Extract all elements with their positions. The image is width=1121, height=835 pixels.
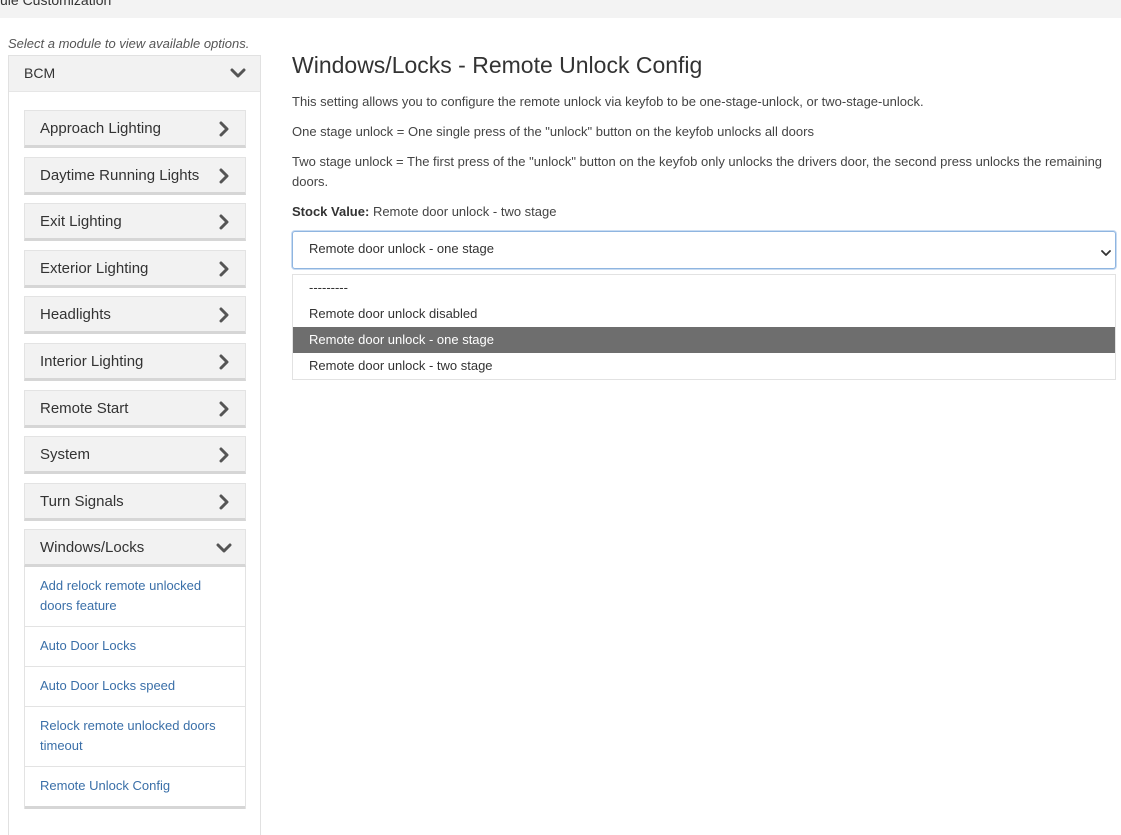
sidebar-item-interior-lighting[interactable]: Interior Lighting [24, 343, 246, 381]
chevron-right-icon [216, 447, 232, 463]
option-link-remote-unlock-config[interactable]: Remote Unlock Config [25, 767, 245, 809]
option-link-auto-door-locks-speed[interactable]: Auto Door Locks speed [25, 667, 245, 707]
chevron-down-icon [216, 540, 232, 556]
sidebar-item-label: Exit Lighting [40, 213, 122, 230]
module-label: BCM [24, 65, 56, 81]
chevron-right-icon [216, 307, 232, 323]
option-link-relock-timeout[interactable]: Relock remote unlocked doors timeout [25, 707, 245, 767]
stock-value: Stock Value: Remote door unlock - two st… [292, 202, 1116, 222]
sidebar-item-turn-signals[interactable]: Turn Signals [24, 483, 246, 521]
sidebar-item-label: Turn Signals [40, 493, 124, 510]
sidebar: BCM Approach Lighting Daytime Running Li… [8, 55, 261, 835]
chevron-down-icon [230, 65, 246, 81]
chevron-right-icon [216, 168, 232, 184]
chevron-right-icon [216, 261, 232, 277]
select-option-disabled[interactable]: Remote door unlock disabled [293, 301, 1115, 327]
app-title: ule Customization [0, 0, 112, 8]
chevron-down-icon [1101, 245, 1111, 263]
select-option-empty[interactable]: --------- [293, 275, 1115, 301]
sidebar-item-exit-lighting[interactable]: Exit Lighting [24, 203, 246, 241]
sidebar-item-approach-lighting[interactable]: Approach Lighting [24, 110, 246, 148]
chevron-right-icon [216, 214, 232, 230]
module-selector-bcm[interactable]: BCM [9, 56, 260, 92]
sidebar-item-daytime-running-lights[interactable]: Daytime Running Lights [24, 157, 246, 195]
sidebar-item-headlights[interactable]: Headlights [24, 296, 246, 334]
select-option-two-stage[interactable]: Remote door unlock - two stage [293, 353, 1115, 379]
select-current-value: Remote door unlock - one stage [309, 241, 494, 256]
select-option-one-stage[interactable]: Remote door unlock - one stage [293, 327, 1115, 353]
stock-value-label: Stock Value: [292, 204, 370, 219]
top-bar: ule Customization [0, 0, 1121, 18]
sidebar-item-remote-start[interactable]: Remote Start [24, 390, 246, 428]
select-dropdown-list: --------- Remote door unlock disabled Re… [292, 274, 1116, 380]
stock-value-text: Remote door unlock - two stage [372, 204, 557, 219]
setting-description: This setting allows you to configure the… [292, 94, 924, 109]
sidebar-item-windows-locks[interactable]: Windows/Locks [24, 529, 246, 567]
chevron-right-icon [216, 121, 232, 137]
sidebar-item-label: Windows/Locks [40, 539, 145, 556]
two-stage-note: Two stage unlock = The first press of th… [292, 154, 1103, 189]
chevron-right-icon [216, 401, 232, 417]
module-hint: Select a module to view available option… [8, 36, 250, 51]
sidebar-item-label: System [40, 446, 91, 463]
chevron-right-icon [216, 354, 232, 370]
sidebar-item-label: Daytime Running Lights [40, 167, 200, 184]
remote-unlock-select[interactable]: Remote door unlock - one stage [292, 231, 1116, 269]
sidebar-item-system[interactable]: System [24, 436, 246, 474]
sidebar-item-label: Remote Start [40, 400, 129, 417]
sidebar-item-label: Headlights [40, 306, 111, 323]
one-stage-note: One stage unlock = One single press of t… [292, 124, 814, 139]
sidebar-item-label: Interior Lighting [40, 353, 144, 370]
page-title: Windows/Locks - Remote Unlock Config [292, 52, 703, 78]
option-link-auto-door-locks[interactable]: Auto Door Locks [25, 627, 245, 667]
windows-locks-options: Add relock remote unlocked doors feature… [24, 567, 246, 809]
option-link-add-relock[interactable]: Add relock remote unlocked doors feature [25, 567, 245, 627]
sidebar-item-label: Exterior Lighting [40, 260, 149, 277]
sidebar-item-exterior-lighting[interactable]: Exterior Lighting [24, 250, 246, 288]
sidebar-item-label: Approach Lighting [40, 120, 161, 137]
chevron-right-icon [216, 494, 232, 510]
